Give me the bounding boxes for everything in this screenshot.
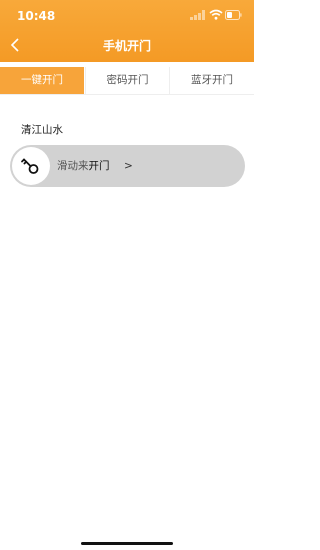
tab-bluetooth-open[interactable]: 蓝牙开门	[169, 67, 254, 94]
slider-handle[interactable]	[12, 147, 50, 185]
status-icons	[190, 9, 242, 21]
header: 10:48 手机开门	[0, 0, 254, 62]
door-name: 清江山水	[21, 124, 63, 136]
status-time: 10:48	[17, 9, 56, 23]
unlock-slider[interactable]: 滑动来开门 >	[10, 145, 245, 187]
battery-icon	[225, 10, 242, 20]
home-indicator	[81, 542, 173, 545]
slider-arrow: >	[124, 160, 133, 172]
nav-bar: 手机开门	[0, 30, 254, 62]
tab-one-key-open[interactable]: 一键开门	[0, 67, 84, 94]
wifi-icon	[209, 9, 223, 20]
slider-hint-action: 开门	[88, 160, 110, 172]
tab-bar: 一键开门 密码开门 蓝牙开门	[0, 67, 254, 95]
tab-password-open[interactable]: 密码开门	[85, 67, 169, 94]
slider-hint: 滑动来开门	[57, 159, 110, 173]
status-bar: 10:48	[0, 0, 254, 30]
key-icon	[21, 158, 39, 174]
page-title: 手机开门	[102, 39, 151, 53]
slider-hint-prefix: 滑动来	[57, 160, 89, 172]
signal-icon	[190, 10, 205, 20]
